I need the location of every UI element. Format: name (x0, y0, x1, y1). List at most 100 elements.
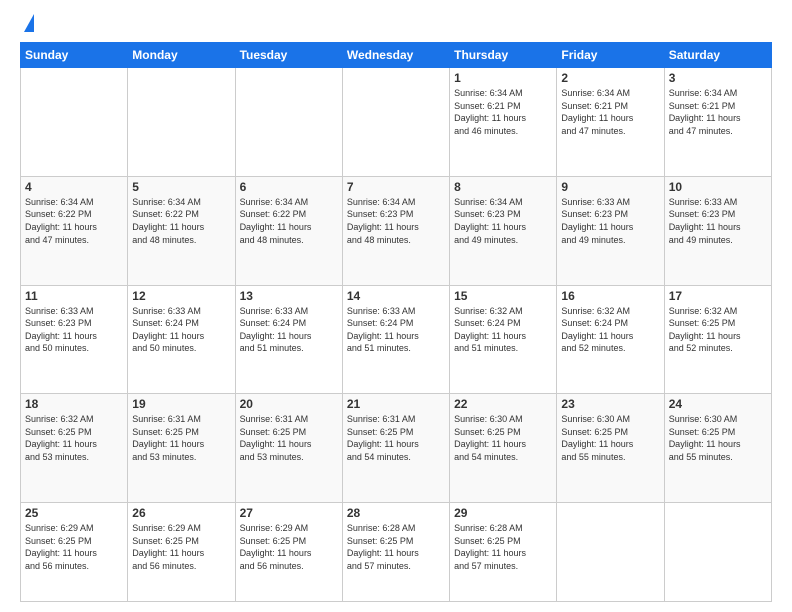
day-number: 25 (25, 506, 123, 520)
day-info: Sunrise: 6:33 AMSunset: 6:23 PMDaylight:… (669, 196, 767, 246)
day-number: 18 (25, 397, 123, 411)
day-info: Sunrise: 6:32 AMSunset: 6:25 PMDaylight:… (669, 305, 767, 355)
calendar-cell: 17 Sunrise: 6:32 AMSunset: 6:25 PMDayligh… (664, 285, 771, 394)
day-info: Sunrise: 6:34 AMSunset: 6:22 PMDaylight:… (25, 196, 123, 246)
calendar-cell: 11Sunrise: 6:33 AMSunset: 6:23 PMDayligh… (21, 285, 128, 394)
day-info: Sunrise: 6:29 AMSunset: 6:25 PMDaylight:… (132, 522, 230, 572)
calendar-cell: 23 Sunrise: 6:30 AMSunset: 6:25 PMDayligh… (557, 394, 664, 503)
day-info: Sunrise: 6:31 AMSunset: 6:25 PMDaylight:… (132, 413, 230, 463)
day-info: Sunrise: 6:33 AMSunset: 6:24 PMDaylight:… (240, 305, 338, 355)
day-info: Sunrise: 6:33 AMSunset: 6:23 PMDaylight:… (561, 196, 659, 246)
day-number: 9 (561, 180, 659, 194)
day-info: Sunrise: 6:29 AMSunset: 6:25 PMDaylight:… (240, 522, 338, 572)
calendar-cell: 29 Sunrise: 6:28 AMSunset: 6:25 PMDayligh… (450, 503, 557, 602)
calendar-week-1: 1 Sunrise: 6:34 AMSunset: 6:21 PMDaylight… (21, 68, 772, 177)
day-number: 15 (454, 289, 552, 303)
calendar-cell: 9 Sunrise: 6:33 AMSunset: 6:23 PMDaylight… (557, 176, 664, 285)
calendar-header-row: SundayMondayTuesdayWednesdayThursdayFrid… (21, 43, 772, 68)
day-number: 8 (454, 180, 552, 194)
calendar-cell (235, 68, 342, 177)
calendar-cell: 18 Sunrise: 6:32 AMSunset: 6:25 PMDayligh… (21, 394, 128, 503)
calendar-week-5: 25 Sunrise: 6:29 AMSunset: 6:25 PMDayligh… (21, 503, 772, 602)
day-info: Sunrise: 6:33 AMSunset: 6:24 PMDaylight:… (347, 305, 445, 355)
calendar-cell: 26Sunrise: 6:29 AMSunset: 6:25 PMDayligh… (128, 503, 235, 602)
day-number: 29 (454, 506, 552, 520)
calendar-cell: 19 Sunrise: 6:31 AMSunset: 6:25 PMDayligh… (128, 394, 235, 503)
day-number: 6 (240, 180, 338, 194)
day-number: 24 (669, 397, 767, 411)
calendar-header-wednesday: Wednesday (342, 43, 449, 68)
calendar-header-saturday: Saturday (664, 43, 771, 68)
day-number: 12 (132, 289, 230, 303)
day-info: Sunrise: 6:32 AMSunset: 6:24 PMDaylight:… (561, 305, 659, 355)
calendar-cell: 12 Sunrise: 6:33 AMSunset: 6:24 PMDayligh… (128, 285, 235, 394)
day-info: Sunrise: 6:28 AMSunset: 6:25 PMDaylight:… (347, 522, 445, 572)
day-info: Sunrise: 6:34 AMSunset: 6:21 PMDaylight:… (454, 87, 552, 137)
day-number: 10 (669, 180, 767, 194)
calendar-cell: 21 Sunrise: 6:31 AMSunset: 6:25 PMDayligh… (342, 394, 449, 503)
day-info: Sunrise: 6:28 AMSunset: 6:25 PMDaylight:… (454, 522, 552, 572)
day-number: 17 (669, 289, 767, 303)
page: SundayMondayTuesdayWednesdayThursdayFrid… (0, 0, 792, 612)
day-number: 1 (454, 71, 552, 85)
day-number: 7 (347, 180, 445, 194)
calendar-cell: 22 Sunrise: 6:30 AMSunset: 6:25 PMDayligh… (450, 394, 557, 503)
logo (20, 16, 34, 32)
calendar-cell (21, 68, 128, 177)
day-number: 4 (25, 180, 123, 194)
calendar-cell: 13 Sunrise: 6:33 AMSunset: 6:24 PMDayligh… (235, 285, 342, 394)
day-number: 11 (25, 289, 123, 303)
calendar-cell: 10 Sunrise: 6:33 AMSunset: 6:23 PMDayligh… (664, 176, 771, 285)
calendar-week-2: 4 Sunrise: 6:34 AMSunset: 6:22 PMDaylight… (21, 176, 772, 285)
calendar-cell: 4 Sunrise: 6:34 AMSunset: 6:22 PMDaylight… (21, 176, 128, 285)
day-info: Sunrise: 6:34 AMSunset: 6:22 PMDaylight:… (132, 196, 230, 246)
calendar-header-monday: Monday (128, 43, 235, 68)
day-number: 3 (669, 71, 767, 85)
day-number: 21 (347, 397, 445, 411)
calendar-table: SundayMondayTuesdayWednesdayThursdayFrid… (20, 42, 772, 602)
calendar-cell: 1 Sunrise: 6:34 AMSunset: 6:21 PMDaylight… (450, 68, 557, 177)
day-number: 22 (454, 397, 552, 411)
calendar-header-tuesday: Tuesday (235, 43, 342, 68)
calendar-week-3: 11Sunrise: 6:33 AMSunset: 6:23 PMDayligh… (21, 285, 772, 394)
day-number: 23 (561, 397, 659, 411)
calendar-header-friday: Friday (557, 43, 664, 68)
calendar-cell: 6 Sunrise: 6:34 AMSunset: 6:22 PMDaylight… (235, 176, 342, 285)
calendar-cell: 25Sunrise: 6:29 AMSunset: 6:25 PMDayligh… (21, 503, 128, 602)
logo-triangle-icon (24, 14, 34, 32)
calendar-week-4: 18 Sunrise: 6:32 AMSunset: 6:25 PMDayligh… (21, 394, 772, 503)
calendar-cell: 27 Sunrise: 6:29 AMSunset: 6:25 PMDayligh… (235, 503, 342, 602)
day-info: Sunrise: 6:32 AMSunset: 6:25 PMDaylight:… (25, 413, 123, 463)
day-number: 16 (561, 289, 659, 303)
calendar-cell: 2 Sunrise: 6:34 AMSunset: 6:21 PMDaylight… (557, 68, 664, 177)
day-info: Sunrise: 6:33 AMSunset: 6:24 PMDaylight:… (132, 305, 230, 355)
calendar-cell (128, 68, 235, 177)
day-info: Sunrise: 6:31 AMSunset: 6:25 PMDaylight:… (240, 413, 338, 463)
day-number: 2 (561, 71, 659, 85)
day-number: 13 (240, 289, 338, 303)
day-info: Sunrise: 6:31 AMSunset: 6:25 PMDaylight:… (347, 413, 445, 463)
day-info: Sunrise: 6:30 AMSunset: 6:25 PMDaylight:… (561, 413, 659, 463)
day-info: Sunrise: 6:30 AMSunset: 6:25 PMDaylight:… (454, 413, 552, 463)
calendar-cell (664, 503, 771, 602)
day-number: 19 (132, 397, 230, 411)
calendar-cell: 8 Sunrise: 6:34 AMSunset: 6:23 PMDaylight… (450, 176, 557, 285)
day-number: 27 (240, 506, 338, 520)
calendar-header-thursday: Thursday (450, 43, 557, 68)
calendar-header-sunday: Sunday (21, 43, 128, 68)
day-number: 5 (132, 180, 230, 194)
calendar-cell (557, 503, 664, 602)
header (20, 16, 772, 32)
calendar-cell: 5 Sunrise: 6:34 AMSunset: 6:22 PMDaylight… (128, 176, 235, 285)
day-info: Sunrise: 6:30 AMSunset: 6:25 PMDaylight:… (669, 413, 767, 463)
day-number: 28 (347, 506, 445, 520)
day-info: Sunrise: 6:34 AMSunset: 6:23 PMDaylight:… (454, 196, 552, 246)
day-info: Sunrise: 6:32 AMSunset: 6:24 PMDaylight:… (454, 305, 552, 355)
calendar-cell: 15 Sunrise: 6:32 AMSunset: 6:24 PMDayligh… (450, 285, 557, 394)
calendar-cell: 14 Sunrise: 6:33 AMSunset: 6:24 PMDayligh… (342, 285, 449, 394)
day-info: Sunrise: 6:34 AMSunset: 6:21 PMDaylight:… (561, 87, 659, 137)
day-info: Sunrise: 6:34 AMSunset: 6:22 PMDaylight:… (240, 196, 338, 246)
day-number: 14 (347, 289, 445, 303)
calendar-cell: 24 Sunrise: 6:30 AMSunset: 6:25 PMDayligh… (664, 394, 771, 503)
calendar-cell: 16 Sunrise: 6:32 AMSunset: 6:24 PMDayligh… (557, 285, 664, 394)
